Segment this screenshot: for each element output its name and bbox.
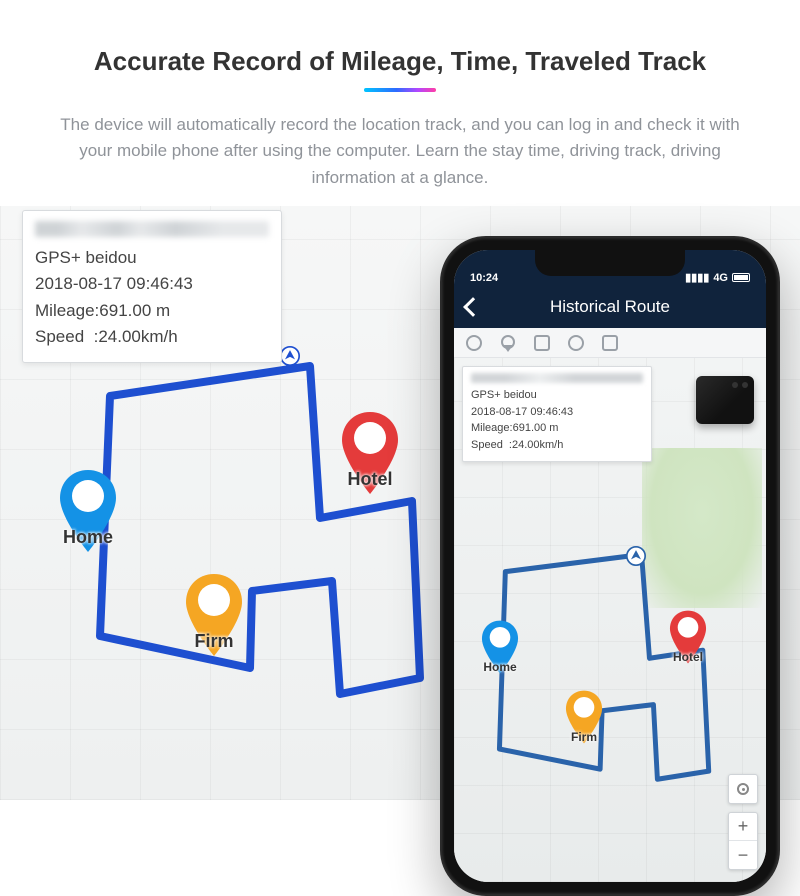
zoom-in-button[interactable]: +	[729, 813, 757, 841]
speed-value: 24.00km/h	[98, 327, 177, 346]
route-info-card: GPS+ beidou 2018-08-17 09:46:43 Mileage:…	[22, 210, 282, 363]
phone-notch	[535, 250, 685, 276]
phone-mileage-row: Mileage:691.00 m	[471, 420, 643, 437]
tracker-device-image	[696, 376, 754, 424]
zoom-controls: + −	[728, 812, 758, 870]
gps-mode: GPS+ beidou	[35, 245, 269, 271]
app-navbar: Historical Route	[454, 286, 766, 328]
toolbar-layers-icon[interactable]	[534, 335, 550, 351]
phone-route-info-card: GPS+ beidou 2018-08-17 09:46:43 Mileage:…	[462, 366, 652, 462]
page-title: Accurate Record of Mileage, Time, Travel…	[0, 46, 800, 77]
toolbar-option-icon[interactable]	[602, 335, 618, 351]
phone-direction-arrow-icon	[626, 546, 646, 566]
phone-speed-value: 24.00km/h	[512, 439, 563, 451]
status-time: 10:24	[470, 272, 498, 284]
network-label: 4G	[713, 272, 728, 284]
map-toolbar	[454, 328, 766, 358]
mileage-row: Mileage:691.00 m	[35, 298, 269, 324]
zoom-out-button[interactable]: −	[729, 841, 757, 869]
phone-redacted-line	[471, 373, 643, 383]
mileage-value: 691.00 m	[99, 301, 170, 320]
phone-timestamp: 2018-08-17 09:46:43	[471, 404, 643, 421]
phone-map[interactable]: GPS+ beidou 2018-08-17 09:46:43 Mileage:…	[454, 358, 766, 882]
phone-speed-row: Speed :24.00km/h	[471, 437, 643, 454]
direction-arrow-icon	[280, 346, 300, 366]
phone-mileage-label: Mileage	[471, 422, 510, 434]
battery-icon	[732, 273, 750, 282]
signal-icon: ▮▮▮▮	[685, 271, 709, 284]
toolbar-pin-icon[interactable]	[500, 335, 516, 351]
speed-label: Speed	[35, 327, 84, 346]
page-description: The device will automatically record the…	[48, 112, 752, 191]
phone-gps-mode: GPS+ beidou	[471, 387, 643, 404]
timestamp: 2018-08-17 09:46:43	[35, 271, 269, 297]
title-underline	[364, 88, 436, 92]
mileage-label: Mileage	[35, 301, 95, 320]
navbar-title: Historical Route	[454, 297, 766, 317]
speed-row: Speed :24.00km/h	[35, 324, 269, 350]
toolbar-speed-icon[interactable]	[568, 335, 584, 351]
phone-mockup: 10:24 ▮▮▮▮ 4G Historical Route	[440, 236, 780, 896]
phone-speed-label: Speed	[471, 439, 503, 451]
toolbar-clock-icon[interactable]	[466, 335, 482, 351]
redacted-line	[35, 221, 269, 237]
phone-mileage-value: 691.00 m	[513, 422, 559, 434]
